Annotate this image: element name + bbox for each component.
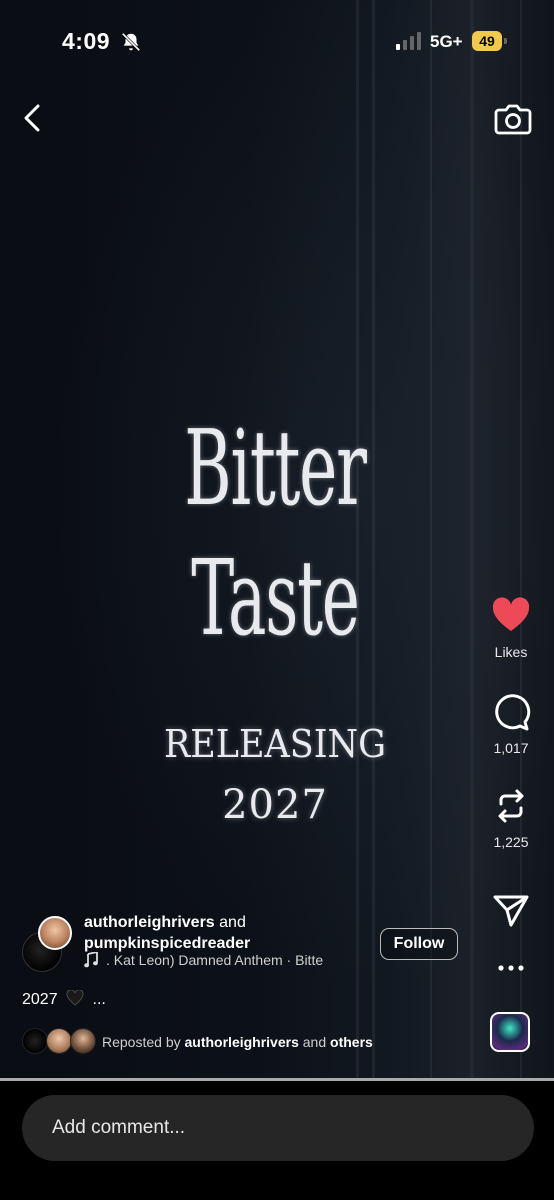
caption-more[interactable]: ... — [93, 991, 106, 1008]
author-conjunction: and — [219, 914, 246, 931]
collaborator-avatar[interactable] — [38, 916, 72, 950]
status-bar: 4:09 5G+ 49 — [0, 0, 554, 84]
post-caption[interactable]: 2027 ... — [22, 990, 106, 1009]
battery-level: 49 — [472, 31, 502, 51]
black-heart-icon — [66, 990, 84, 1006]
repost-info[interactable]: Reposted by authorleighrivers and others — [22, 1028, 462, 1056]
battery-indicator: 49 — [472, 31, 508, 51]
comment-count: 1,017 — [493, 740, 529, 756]
repost-username[interactable]: authorleighrivers — [185, 1034, 299, 1050]
post-authors[interactable]: authorleighrivers and pumpkinspicedreade… — [84, 912, 384, 954]
author-username-2[interactable]: pumpkinspicedreader — [84, 935, 250, 952]
progress-bar[interactable] — [0, 1078, 554, 1081]
audio-thumbnail[interactable] — [490, 1012, 530, 1052]
repost-avatar-2 — [46, 1028, 72, 1054]
heart-icon — [492, 597, 530, 631]
video-title-line2: Taste — [191, 537, 360, 659]
video-release-year: 2027 — [222, 782, 328, 828]
network-type: 5G+ — [430, 32, 463, 51]
repost-button[interactable]: 1,225 — [484, 786, 538, 850]
repost-avatar-3 — [70, 1028, 96, 1054]
comment-input[interactable]: Add comment... — [22, 1095, 534, 1161]
comment-button[interactable]: 1,017 — [484, 692, 538, 756]
like-label: Likes — [494, 644, 528, 660]
music-note-icon — [84, 952, 98, 968]
repost-avatar-1 — [22, 1028, 48, 1054]
author-username-1[interactable]: authorleighrivers — [84, 914, 215, 931]
send-icon — [493, 895, 529, 927]
status-time: 4:09 — [62, 28, 111, 54]
repost-count: 1,225 — [493, 834, 529, 850]
video-title-line1: Bitter — [184, 407, 367, 529]
chevron-left-icon[interactable] — [18, 102, 48, 134]
repost-text: Reposted by authorleighrivers and others — [102, 1034, 373, 1050]
camera-icon[interactable] — [494, 100, 532, 136]
audio-track[interactable]: . Kat Leon) Damned Anthem · Bitte — [106, 952, 362, 968]
video-release-text: RELEASING — [163, 722, 387, 766]
like-button[interactable]: Likes — [484, 596, 538, 660]
signal-icon — [396, 32, 421, 50]
bell-muted-icon — [121, 32, 141, 52]
share-button[interactable] — [484, 890, 538, 930]
more-horizontal-icon[interactable] — [496, 958, 526, 978]
repost-others[interactable]: others — [330, 1034, 373, 1050]
follow-button[interactable]: Follow — [380, 928, 458, 960]
comment-icon — [495, 694, 531, 731]
caption-text: 2027 — [22, 991, 58, 1008]
repost-icon — [498, 789, 524, 823]
